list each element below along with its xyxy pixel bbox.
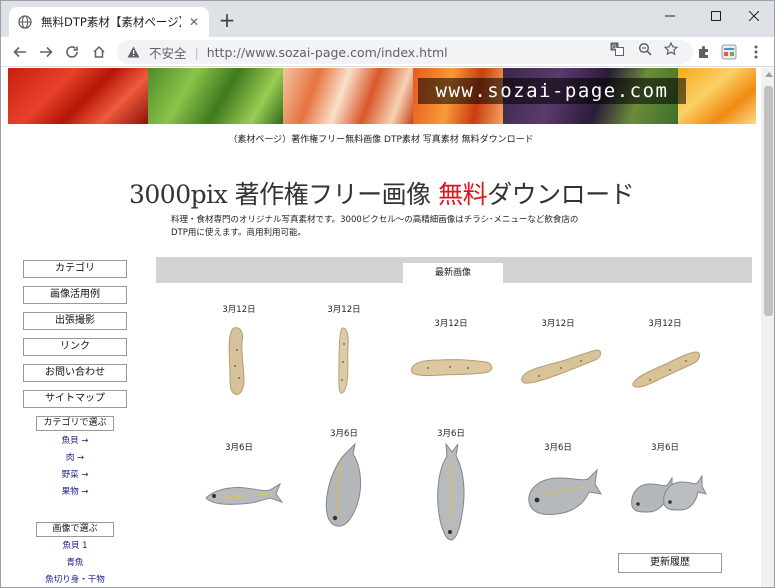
image-link-blue-fish[interactable]: 青魚 xyxy=(23,555,127,572)
scroll-up-icon[interactable] xyxy=(765,72,773,77)
nav-links-button[interactable]: リンク xyxy=(23,338,127,356)
close-window-icon[interactable] xyxy=(731,1,774,31)
yam-root-icon xyxy=(228,327,245,395)
url-text: http://www.sozai-page.com/index.html xyxy=(206,44,448,60)
yam-root-icon xyxy=(632,351,701,388)
security-label: 不安全 xyxy=(149,45,187,61)
warning-icon xyxy=(127,44,143,60)
divider: | xyxy=(194,44,199,60)
banner-logo: www.sozai-page.com xyxy=(418,78,686,104)
intro-line: 料理・食材専門のオリジナル写真素材です。3000ピクセル～の高精細画像はチラシ･… xyxy=(171,215,579,225)
intro-line: DTP用に使えます。商用利用可能。 xyxy=(171,228,307,238)
back-arrow-icon[interactable] xyxy=(9,41,31,63)
image-item[interactable]: 3月6日 xyxy=(194,442,284,534)
image-item[interactable]: 3月12日 xyxy=(620,318,710,400)
browser-window: 無料DTP素材【素材ページ】食 ✕ + 不安 xyxy=(0,0,775,588)
image-date: 3月12日 xyxy=(541,319,575,329)
image-item[interactable]: 3月6日 xyxy=(513,442,603,534)
image-date: 3月6日 xyxy=(544,443,572,453)
new-tab-button[interactable]: + xyxy=(217,10,237,31)
lettuce-photo xyxy=(148,68,283,124)
image-date: 3月12日 xyxy=(648,319,682,329)
image-date: 3月6日 xyxy=(330,429,358,439)
scrollbar-thumb[interactable] xyxy=(764,86,773,316)
forward-arrow-icon[interactable] xyxy=(35,41,57,63)
tab-strip: 無料DTP素材【素材ページ】食 ✕ + xyxy=(1,1,774,37)
headline-text-end: ダウンロード xyxy=(487,180,635,209)
image-link-fish-fillet[interactable]: 魚切り身・干物 xyxy=(23,572,127,587)
nav-sitemap-button[interactable]: サイトマップ xyxy=(23,390,127,408)
home-icon[interactable] xyxy=(88,41,110,63)
yam-root-icon xyxy=(410,359,493,377)
minimize-icon[interactable] xyxy=(647,1,692,31)
nav-category-button[interactable]: カテゴリ xyxy=(23,260,127,278)
site-banner[interactable]: www.sozai-page.com xyxy=(8,68,756,124)
image-date: 3月12日 xyxy=(222,305,256,315)
image-date: 3月6日 xyxy=(437,429,465,439)
image-item[interactable]: 3月6日 xyxy=(406,428,496,550)
fish-icon xyxy=(325,442,362,527)
image-date: 3月12日 xyxy=(327,305,361,315)
menu-icon[interactable] xyxy=(748,44,764,60)
sidebar-nav: カテゴリ 画像活用例 出張撮影 リンク お問い合わせ サイトマップ xyxy=(23,260,127,416)
category-link-meat[interactable]: 肉 → xyxy=(23,450,127,467)
yam-root-icon xyxy=(338,327,349,394)
image-item[interactable]: 3月6日 xyxy=(620,442,710,534)
fish-icon xyxy=(437,442,465,541)
yam-root-icon xyxy=(521,349,602,384)
image-date: 3月6日 xyxy=(225,443,253,453)
browser-toolbar: 不安全 | http://www.sozai-page.com/index.ht… xyxy=(1,37,774,67)
orange-photo xyxy=(678,68,756,124)
category-section: カテゴリで選ぶ 魚貝 → 肉 → 野菜 → 果物 → xyxy=(23,416,127,501)
tab-title: 無料DTP素材【素材ページ】食 xyxy=(41,15,181,29)
tomato-photo xyxy=(8,68,148,124)
image-item[interactable]: 3月12日 xyxy=(406,318,496,400)
category-link-seafood[interactable]: 魚貝 → xyxy=(23,433,127,450)
nav-usage-examples-button[interactable]: 画像活用例 xyxy=(23,286,127,304)
category-link-fruit[interactable]: 果物 → xyxy=(23,484,127,501)
category-section-label: カテゴリで選ぶ xyxy=(36,416,114,431)
page-viewport: www.sozai-page.com （素材ページ）著作権フリー無料画像 DTP… xyxy=(1,68,761,587)
close-tab-icon[interactable]: ✕ xyxy=(187,15,201,29)
image-item[interactable]: 3月12日 xyxy=(194,304,284,406)
site-tagline: （素材ページ）著作権フリー無料画像 DTP素材 写真素材 無料ダウンロード xyxy=(228,135,534,145)
address-bar[interactable]: 不安全 | http://www.sozai-page.com/index.ht… xyxy=(117,40,693,64)
update-history-button[interactable]: 更新履歴 xyxy=(618,553,722,573)
image-item[interactable]: 3月12日 xyxy=(513,318,603,400)
star-icon[interactable] xyxy=(663,41,679,57)
zoom-icon[interactable] xyxy=(637,41,653,57)
latest-images-header: 最新画像 xyxy=(156,257,752,283)
shrimp-photo xyxy=(283,68,413,124)
image-item[interactable]: 3月12日 xyxy=(299,304,389,406)
nav-contact-button[interactable]: お問い合わせ xyxy=(23,364,127,382)
nav-onsite-shooting-button[interactable]: 出張撮影 xyxy=(23,312,127,330)
image-date: 3月12日 xyxy=(434,319,468,329)
svg-text:G: G xyxy=(612,44,617,51)
profile-icon[interactable] xyxy=(721,44,737,60)
page-headline: 3000pix 著作権フリー画像 無料ダウンロード xyxy=(129,175,635,211)
latest-images-tab[interactable]: 最新画像 xyxy=(403,263,503,283)
image-link-seafood[interactable]: 魚貝 1 xyxy=(23,538,127,555)
fish-icon xyxy=(528,468,602,515)
reload-icon[interactable] xyxy=(61,41,83,63)
image-item[interactable]: 3月6日 xyxy=(299,428,389,540)
extensions-icon[interactable] xyxy=(696,44,712,60)
globe-icon xyxy=(17,14,33,30)
headline-text: 3000pix 著作権フリー画像 xyxy=(129,180,439,209)
image-section: 画像で選ぶ 魚貝 1 青魚 魚切り身・干物 xyxy=(23,522,127,587)
intro-text: 料理・食材専門のオリジナル写真素材です。3000ピクセル～の高精細画像はチラシ･… xyxy=(171,214,641,240)
fish-icon xyxy=(205,482,284,505)
category-link-vegetables[interactable]: 野菜 → xyxy=(23,467,127,484)
page-scrollbar[interactable] xyxy=(761,68,774,587)
fish-pair-icon xyxy=(631,474,707,513)
translate-icon[interactable]: G xyxy=(609,41,625,57)
image-section-label: 画像で選ぶ xyxy=(36,522,114,537)
browser-tab[interactable]: 無料DTP素材【素材ページ】食 ✕ xyxy=(9,7,209,37)
image-date: 3月6日 xyxy=(651,443,679,453)
headline-highlight: 無料 xyxy=(438,180,488,209)
